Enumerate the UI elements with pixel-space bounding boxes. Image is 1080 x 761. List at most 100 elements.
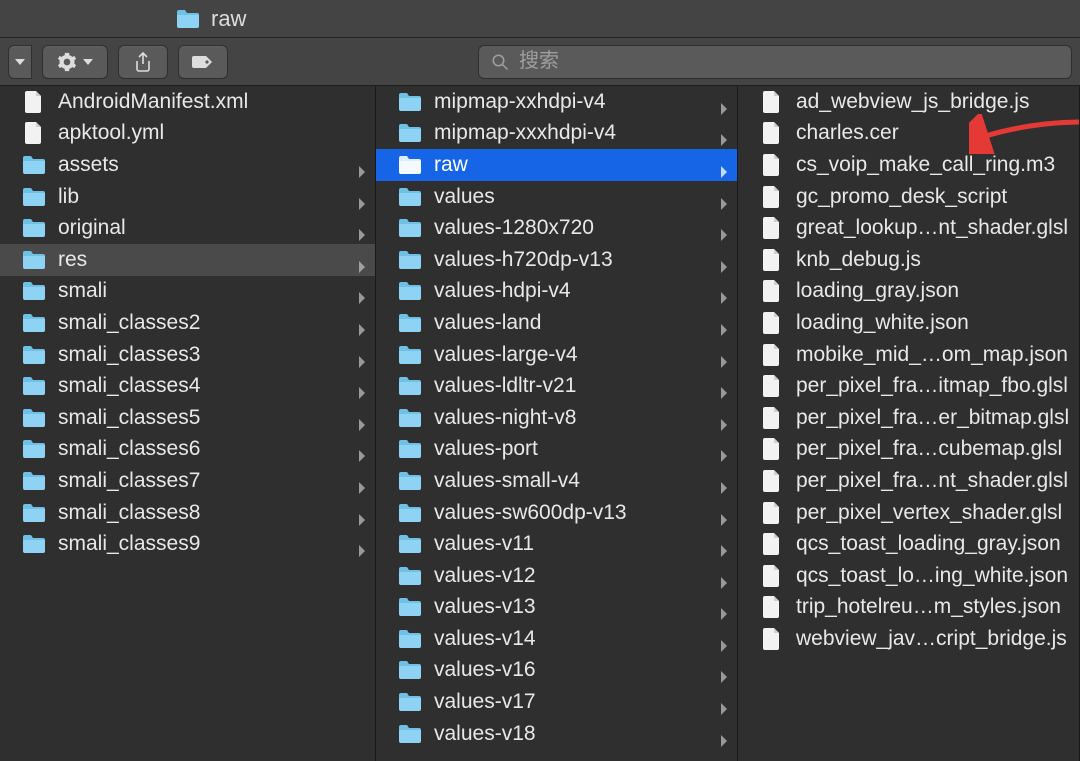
folder-row[interactable]: values-v18 — [376, 718, 737, 750]
file-row[interactable]: webview_jav…cript_bridge.js — [738, 623, 1079, 655]
file-icon — [760, 153, 784, 177]
folder-row[interactable]: values-hdpi-v4 — [376, 276, 737, 308]
folder-row[interactable]: smali_classes3 — [0, 339, 375, 371]
file-row[interactable]: per_pixel_fra…itmap_fbo.glsl — [738, 370, 1079, 402]
search-field[interactable] — [478, 45, 1072, 79]
nav-dropdown-button[interactable] — [8, 45, 32, 79]
file-icon — [22, 121, 46, 145]
folder-row[interactable]: mipmap-xxxhdpi-v4 — [376, 118, 737, 150]
chevron-right-icon — [719, 665, 729, 675]
chevron-right-icon — [357, 508, 367, 518]
folder-row[interactable]: values-1280x720 — [376, 212, 737, 244]
file-icon — [760, 343, 784, 367]
folder-icon — [398, 564, 422, 588]
item-label: per_pixel_fra…er_bitmap.glsl — [796, 406, 1069, 430]
folder-icon — [22, 279, 46, 303]
tag-button[interactable] — [178, 45, 228, 79]
file-row[interactable]: loading_gray.json — [738, 276, 1079, 308]
folder-row[interactable]: mipmap-xxhdpi-v4 — [376, 86, 737, 118]
chevron-right-icon — [357, 350, 367, 360]
chevron-right-icon — [719, 128, 729, 138]
folder-row[interactable]: values-large-v4 — [376, 339, 737, 371]
file-row[interactable]: trip_hotelreu…m_styles.json — [738, 592, 1079, 624]
folder-row[interactable]: values-v11 — [376, 528, 737, 560]
column-1[interactable]: AndroidManifest.xml apktool.yml assets l… — [0, 86, 376, 761]
folder-row[interactable]: smali — [0, 276, 375, 308]
file-row[interactable]: qcs_toast_loading_gray.json — [738, 528, 1079, 560]
folder-icon — [398, 153, 422, 177]
item-label: values-v16 — [434, 658, 536, 682]
file-row[interactable]: cs_voip_make_call_ring.m3 — [738, 149, 1079, 181]
item-label: smali_classes4 — [58, 374, 200, 398]
file-row[interactable]: mobike_mid_…om_map.json — [738, 339, 1079, 371]
chevron-right-icon — [719, 223, 729, 233]
folder-row[interactable]: values-v14 — [376, 623, 737, 655]
chevron-right-icon — [719, 697, 729, 707]
folder-row[interactable]: values — [376, 181, 737, 213]
folder-row[interactable]: values-v17 — [376, 686, 737, 718]
folder-row[interactable]: smali_classes8 — [0, 497, 375, 529]
item-label: smali_classes5 — [58, 406, 200, 430]
folder-icon — [398, 279, 422, 303]
item-label: values-v14 — [434, 627, 536, 651]
folder-row[interactable]: smali_classes7 — [0, 465, 375, 497]
folder-row[interactable]: lib — [0, 181, 375, 213]
file-row[interactable]: AndroidManifest.xml — [0, 86, 375, 118]
file-row[interactable]: per_pixel_fra…er_bitmap.glsl — [738, 402, 1079, 434]
file-row[interactable]: gc_promo_desk_script — [738, 181, 1079, 213]
file-icon — [22, 90, 46, 114]
folder-row[interactable]: res — [0, 244, 375, 276]
chevron-right-icon — [719, 476, 729, 486]
folder-row[interactable]: values-h720dp-v13 — [376, 244, 737, 276]
column-3[interactable]: ad_webview_js_bridge.js charles.cer cs_v… — [738, 86, 1080, 761]
folder-row[interactable]: smali_classes5 — [0, 402, 375, 434]
chevron-right-icon — [719, 634, 729, 644]
file-row[interactable]: loading_white.json — [738, 307, 1079, 339]
folder-row[interactable]: smali_classes2 — [0, 307, 375, 339]
folder-icon — [398, 437, 422, 461]
folder-row[interactable]: values-ldltr-v21 — [376, 370, 737, 402]
file-row[interactable]: apktool.yml — [0, 118, 375, 150]
share-button[interactable] — [118, 45, 168, 79]
item-label: values-night-v8 — [434, 406, 576, 430]
folder-icon — [398, 185, 422, 209]
folder-row[interactable]: smali_classes4 — [0, 370, 375, 402]
folder-row[interactable]: assets — [0, 149, 375, 181]
folder-row[interactable]: values-v12 — [376, 560, 737, 592]
folder-row[interactable]: values-v13 — [376, 592, 737, 624]
file-icon — [760, 406, 784, 430]
file-row[interactable]: per_pixel_fra…nt_shader.glsl — [738, 465, 1079, 497]
item-label: great_lookup…nt_shader.glsl — [796, 216, 1068, 240]
chevron-right-icon — [357, 255, 367, 265]
folder-row[interactable]: values-night-v8 — [376, 402, 737, 434]
search-input[interactable] — [519, 50, 1059, 73]
item-label: loading_white.json — [796, 311, 969, 335]
folder-icon — [22, 216, 46, 240]
item-label: smali_classes8 — [58, 501, 200, 525]
folder-icon — [22, 185, 46, 209]
item-label: per_pixel_fra…itmap_fbo.glsl — [796, 374, 1068, 398]
file-row[interactable]: per_pixel_vertex_shader.glsl — [738, 497, 1079, 529]
folder-row[interactable]: values-small-v4 — [376, 465, 737, 497]
folder-row[interactable]: values-land — [376, 307, 737, 339]
folder-row[interactable]: values-port — [376, 434, 737, 466]
file-row[interactable]: ad_webview_js_bridge.js — [738, 86, 1079, 118]
folder-icon — [398, 406, 422, 430]
file-row[interactable]: charles.cer — [738, 118, 1079, 150]
file-row[interactable]: great_lookup…nt_shader.glsl — [738, 212, 1079, 244]
file-row[interactable]: qcs_toast_lo…ing_white.json — [738, 560, 1079, 592]
item-label: mobike_mid_…om_map.json — [796, 343, 1068, 367]
folder-row[interactable]: values-sw600dp-v13 — [376, 497, 737, 529]
chevron-right-icon — [719, 318, 729, 328]
folder-row[interactable]: smali_classes6 — [0, 434, 375, 466]
action-menu-button[interactable] — [42, 45, 108, 79]
folder-row[interactable]: values-v16 — [376, 655, 737, 687]
chevron-right-icon — [357, 318, 367, 328]
file-row[interactable]: knb_debug.js — [738, 244, 1079, 276]
column-2[interactable]: mipmap-xxhdpi-v4 mipmap-xxxhdpi-v4 raw v… — [376, 86, 738, 761]
file-row[interactable]: per_pixel_fra…cubemap.glsl — [738, 434, 1079, 466]
folder-row[interactable]: raw — [376, 149, 737, 181]
folder-icon — [398, 374, 422, 398]
folder-row[interactable]: smali_classes9 — [0, 528, 375, 560]
folder-row[interactable]: original — [0, 212, 375, 244]
